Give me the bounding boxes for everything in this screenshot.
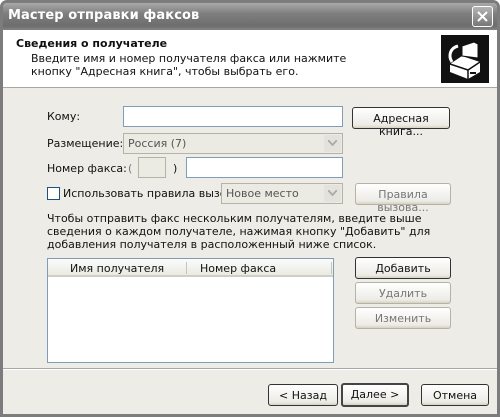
column-divider[interactable]: [186, 262, 187, 274]
window-title: Мастер отправки факсов: [8, 8, 200, 23]
area-code-input[interactable]: [138, 157, 166, 178]
dialing-rules-label[interactable]: Использовать правила вызова: [63, 187, 240, 200]
recipients-list[interactable]: Имя получателя Номер факса: [47, 258, 334, 363]
column-header-recipient-name[interactable]: Имя получателя: [70, 262, 164, 275]
add-recipient-button[interactable]: Добавить: [355, 257, 451, 279]
column-header-fax-number[interactable]: Номер факса: [200, 262, 276, 275]
to-label: Кому:: [47, 110, 81, 123]
close-button[interactable]: [472, 6, 493, 27]
to-input[interactable]: [123, 106, 343, 127]
footer-divider-highlight: [3, 369, 497, 370]
location-value: Россия (7): [128, 137, 187, 150]
cancel-button[interactable]: Отмена: [421, 384, 489, 406]
next-button[interactable]: Далее >: [341, 383, 409, 407]
multi-recipient-instructions: Чтобы отправить факс нескольким получате…: [47, 212, 431, 251]
header-title: Сведения о получателе: [16, 37, 168, 50]
title-bar[interactable]: Мастер отправки факсов: [3, 3, 497, 30]
dialing-rules-button[interactable]: Правила вызова...: [355, 183, 451, 214]
fax-wizard-window: Мастер отправки факсов Сведения о получа…: [0, 0, 500, 417]
edit-recipient-button[interactable]: Изменить: [355, 307, 451, 329]
remove-recipient-button[interactable]: Удалить: [355, 282, 451, 304]
area-code-close-paren: ): [173, 162, 178, 175]
location-label: Размещение:: [47, 137, 124, 150]
address-book-button[interactable]: Адресная книга...: [352, 107, 450, 138]
fax-number-input[interactable]: [186, 157, 343, 178]
header-subtitle: Введите имя и номер получателя факса или…: [31, 52, 347, 78]
dialing-rules-checkbox[interactable]: [47, 187, 60, 200]
back-button[interactable]: < Назад: [268, 384, 338, 406]
chevron-down-icon: [324, 135, 341, 152]
wizard-header: Сведения о получателе Введите имя и номе…: [3, 30, 497, 88]
location-select[interactable]: Россия (7): [123, 133, 343, 154]
dialing-location-select[interactable]: Новое место: [221, 183, 343, 204]
area-code-open-paren: (: [128, 162, 133, 175]
column-divider[interactable]: [331, 262, 332, 274]
close-icon: [477, 11, 488, 22]
chevron-down-icon: [324, 185, 341, 202]
dialing-location-value: Новое место: [226, 187, 299, 200]
fax-number-label: Номер факса:: [47, 162, 127, 175]
fax-machine-icon: [441, 35, 489, 83]
recipients-list-header: Имя получателя Номер факса: [48, 259, 333, 277]
